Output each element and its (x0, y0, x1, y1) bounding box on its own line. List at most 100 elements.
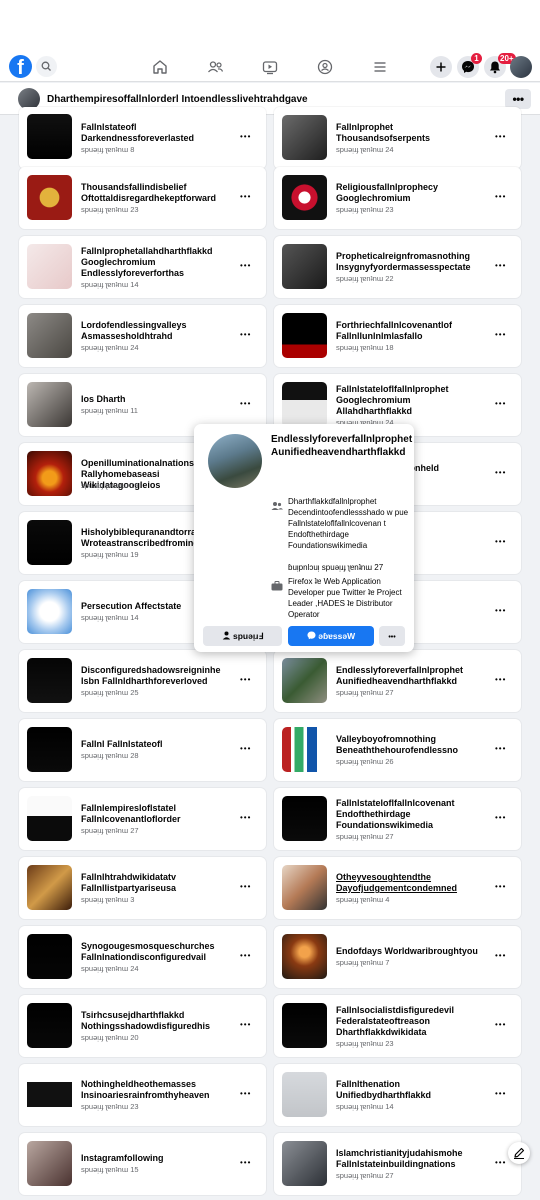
friend-name[interactable]: Ios Dharth (81, 394, 231, 405)
friend-name[interactable]: Otheyvesoughtendthe Dayofjudgementcondem… (336, 872, 486, 894)
friend-card[interactable]: Endlesslyforeverfallnlprophet Aunifiedhe… (274, 650, 521, 712)
friend-name[interactable]: Fallnlempiresloflstatel Fallnlcovenantlo… (81, 803, 231, 825)
friend-card[interactable]: Tsirhcsusejdharthflakkd Nothingsshadowdi… (19, 995, 266, 1057)
friend-name[interactable]: Religiousfallnlprophecy Googlechromium (336, 182, 486, 204)
friend-avatar[interactable] (282, 1003, 327, 1048)
card-more-button[interactable] (238, 330, 258, 342)
friend-avatar[interactable] (282, 658, 327, 703)
card-more-button[interactable] (238, 261, 258, 273)
friend-name[interactable]: Fallnlprophetallahdharthflakkd Googlechr… (81, 246, 231, 279)
friend-name[interactable]: Lordofendlessingvalleys Asmasseshold​htr… (81, 320, 231, 342)
hover-card-avatar[interactable] (208, 434, 262, 488)
friend-avatar[interactable] (27, 520, 72, 565)
friend-name[interactable]: Valleyboyofromnothing Beneaththehourofen… (336, 734, 486, 756)
friend-avatar[interactable] (27, 382, 72, 427)
search-button[interactable] (36, 56, 57, 77)
friend-avatar[interactable] (27, 1003, 72, 1048)
card-more-button[interactable] (493, 744, 513, 756)
friend-name[interactable]: Propheticalreignfromasnothing Insygnyfyo… (336, 251, 486, 273)
friend-card[interactable]: Otheyvesoughtendthe Dayofjudgementcondem… (274, 857, 521, 919)
friend-card[interactable]: Instagramfollowing spuəᴉɹɟ ʅɐnʇnɯ 15 (19, 1133, 266, 1195)
hover-card-name[interactable]: Endlesslyforeverfallnlprophet Aunifiedhe… (271, 433, 412, 459)
friend-avatar[interactable] (27, 1072, 72, 1117)
friend-avatar[interactable] (282, 1141, 327, 1186)
card-more-button[interactable] (493, 813, 513, 825)
card-more-button[interactable] (493, 192, 513, 204)
friend-card[interactable]: Propheticalreignfromasnothing Insygnyfyo… (274, 236, 521, 298)
card-more-button[interactable] (238, 744, 258, 756)
card-more-button[interactable] (238, 1158, 258, 1170)
friend-card[interactable]: Fallnlempiresloflstatel Fallnlcovenantlo… (19, 788, 266, 850)
card-more-button[interactable] (493, 399, 513, 411)
friend-card[interactable]: Fallnlthenation Unifiedbydharthflakkd spu… (274, 1064, 521, 1126)
card-more-button[interactable] (493, 537, 513, 549)
friend-avatar[interactable] (27, 244, 72, 289)
friend-avatar[interactable] (282, 175, 327, 220)
card-more-button[interactable] (493, 1089, 513, 1101)
friend-avatar[interactable] (27, 114, 72, 159)
friend-card[interactable]: Fallnlhtrahdwikidatatv Fallnllistpartyar… (19, 857, 266, 919)
friend-name[interactable]: Fallnl Fallnlstateofl (81, 739, 231, 750)
friend-card[interactable]: Nothingheldheothemasses Insinoariesrainf… (19, 1064, 266, 1126)
friend-name[interactable]: Endlesslyforeverfallnlprophet Aunifiedhe… (336, 665, 486, 687)
card-more-button[interactable] (238, 813, 258, 825)
message-button[interactable]: əɓɐssəW (288, 626, 374, 646)
facebook-logo[interactable]: f (9, 55, 32, 78)
friend-avatar[interactable] (282, 382, 327, 427)
friend-card[interactable]: Fallnlstateloflfallnlcovenant Endoftheth… (274, 788, 521, 850)
friend-avatar[interactable] (282, 244, 327, 289)
friend-avatar[interactable] (282, 796, 327, 841)
friend-card[interactable]: Islamchristianityjudahismohe Fallnlstate… (274, 1133, 521, 1195)
friend-name[interactable]: Fallnlstateofl Darkendnessforeverlasted (81, 122, 231, 144)
card-more-button[interactable] (238, 192, 258, 204)
card-more-button[interactable] (493, 882, 513, 894)
friend-avatar[interactable] (27, 865, 72, 910)
hover-card-more-button[interactable]: ••• (379, 626, 405, 646)
friend-name[interactable]: Forthriechfallnlcovenantlof Fallnllunlnl… (336, 320, 486, 342)
friend-avatar[interactable] (282, 727, 327, 772)
friend-name[interactable]: Fallnlhtrahdwikidatatv Fallnllistpartyar… (81, 872, 231, 894)
friend-card[interactable]: Forthriechfallnlcovenantlof Fallnllunlnl… (274, 305, 521, 367)
friend-name[interactable]: Fallnlstateloflfallnlcovenant Endoftheth… (336, 798, 486, 831)
groups-tab[interactable] (314, 56, 336, 78)
friend-name[interactable]: Synogougesmosqueschurches Fallnlnationdi… (81, 941, 231, 963)
friend-avatar[interactable] (27, 934, 72, 979)
friend-avatar[interactable] (27, 451, 72, 496)
friend-name[interactable]: Fallnlprophet Thousandsofserpents (336, 122, 486, 144)
home-tab[interactable] (149, 56, 171, 78)
friend-avatar[interactable] (282, 865, 327, 910)
friend-card[interactable]: Lordofendlessingvalleys Asmasseshold​htr… (19, 305, 266, 367)
friend-name[interactable]: Fallnlsocialistdisfiguredevil Federalsta… (336, 1005, 486, 1038)
create-button[interactable] (430, 56, 452, 78)
card-more-button[interactable] (238, 882, 258, 894)
card-more-button[interactable] (493, 951, 513, 963)
friend-avatar[interactable] (27, 658, 72, 703)
card-more-button[interactable] (238, 1089, 258, 1101)
card-more-button[interactable] (493, 1020, 513, 1032)
friend-card[interactable]: Valleyboyofromnothing Beneaththehourofen… (274, 719, 521, 781)
card-more-button[interactable] (493, 606, 513, 618)
menu-tab[interactable] (369, 56, 391, 78)
card-more-button[interactable] (493, 330, 513, 342)
friend-name[interactable]: Endofdays Worldwaribroughtyou (336, 946, 486, 957)
friend-name[interactable]: Disconfiguredshadowsreigninhe Isbn Falln… (81, 665, 231, 687)
card-more-button[interactable] (493, 132, 513, 144)
friend-name[interactable]: Fallnlstateloflfallnlprophet Googlechrom… (336, 384, 486, 417)
friend-avatar[interactable] (282, 115, 327, 160)
friend-name[interactable]: Thousandsfallindisbelief Oftottaldisrega… (81, 182, 231, 204)
header-more-button[interactable]: ••• (505, 89, 531, 109)
friend-card[interactable]: Endofdays Worldwaribroughtyou spuəᴉɹɟ ʅɐn… (274, 926, 521, 988)
friend-avatar[interactable] (282, 313, 327, 358)
friend-name[interactable]: Fallnlthenation Unifiedbydharthflakkd (336, 1079, 486, 1101)
friend-card[interactable]: Synogougesmosqueschurches Fallnlnationdi… (19, 926, 266, 988)
friend-avatar[interactable] (282, 1072, 327, 1117)
friend-card[interactable]: Disconfiguredshadowsreigninhe Isbn Falln… (19, 650, 266, 712)
card-more-button[interactable] (493, 261, 513, 273)
card-more-button[interactable] (238, 399, 258, 411)
friend-avatar[interactable] (27, 175, 72, 220)
friend-card[interactable]: Religiousfallnlprophecy Googlechromium sp… (274, 167, 521, 229)
friend-card[interactable]: Fallnlprophetallahdharthflakkd Googlechr… (19, 236, 266, 298)
friend-name[interactable]: Tsirhcsusejdharthflakkd Nothingsshadowdi… (81, 1010, 231, 1032)
card-more-button[interactable] (238, 675, 258, 687)
friend-card[interactable]: Thousandsfallindisbelief Oftottaldisrega… (19, 167, 266, 229)
